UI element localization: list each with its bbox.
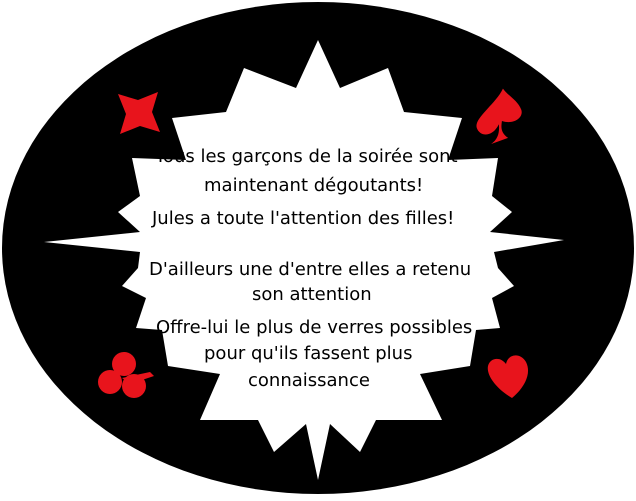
message-line: Tous les garçons de la soirée sont [155,146,458,167]
message-line: pour qu'ils fassent plus [204,343,413,364]
message-line: D'ailleurs une d'entre elles a retenu [149,259,472,280]
message-line: son attention [252,284,372,305]
message-line: Jules a toute l'attention des filles! [152,208,455,229]
message-line: connaissance [248,370,370,391]
message-line: maintenant dégoutants! [204,175,424,196]
message-line: Offre-lui le plus de verres possibles [156,317,473,338]
card-background [2,2,634,494]
game-card: Tous les garçons de la soirée sont maint… [0,0,636,496]
